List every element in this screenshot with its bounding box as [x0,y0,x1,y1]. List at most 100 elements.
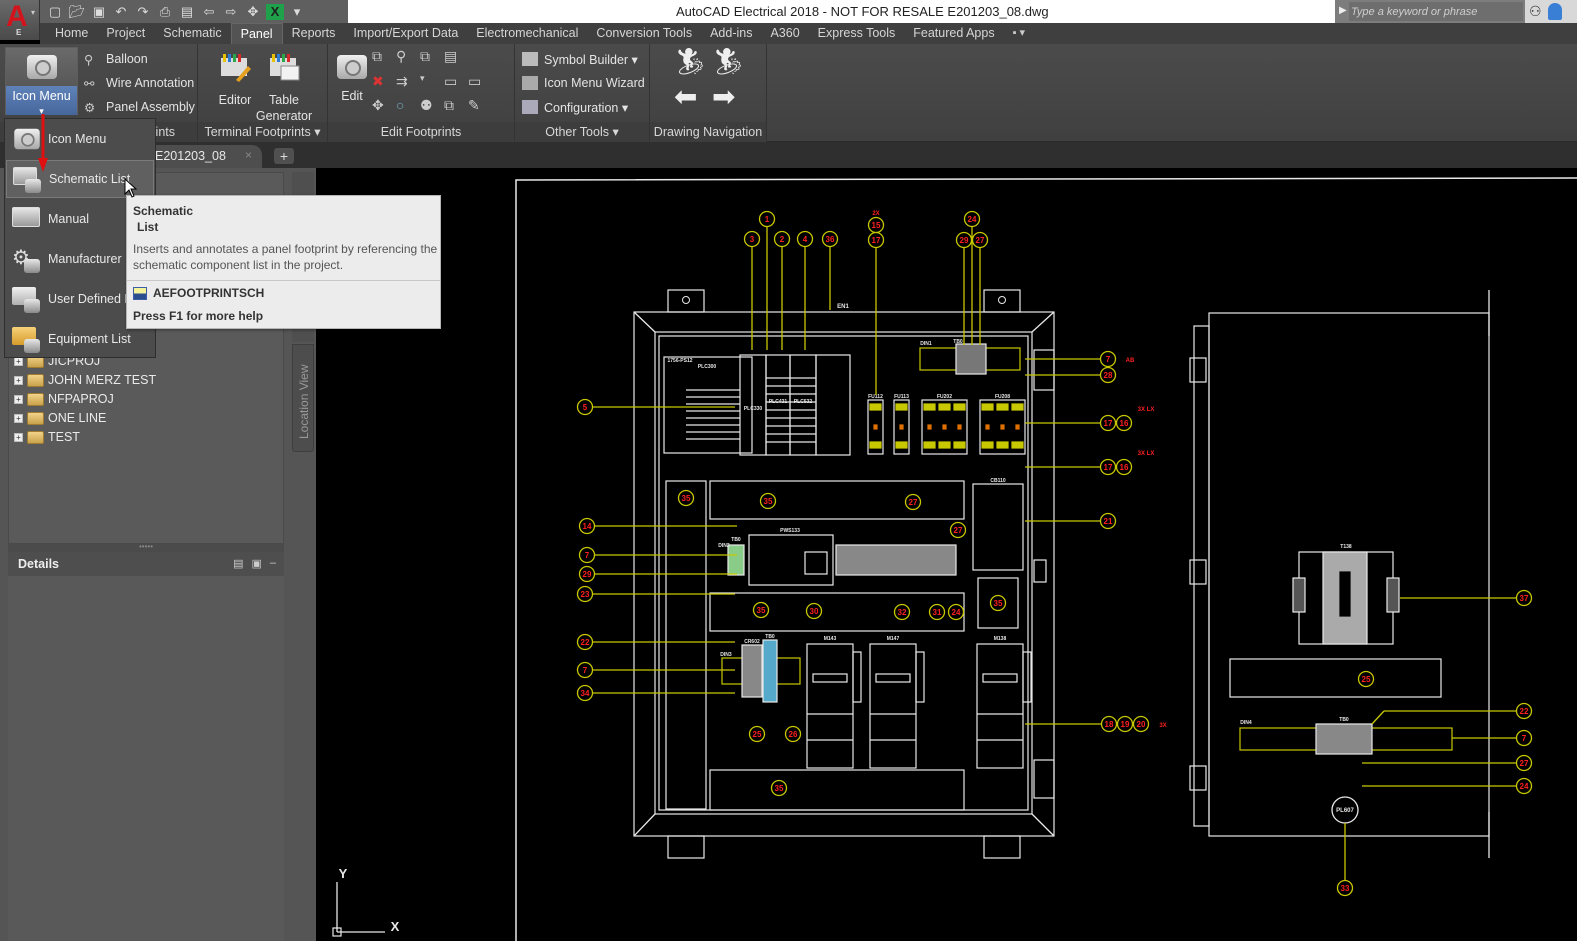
drawing-tab-label: E201203_08 [155,149,226,163]
edit-footprints-title: Edit Footprints [328,122,514,142]
assembly-icon[interactable]: ▭ [444,73,468,94]
details-document-icon[interactable]: ▤ [233,557,243,570]
tab-home[interactable]: Home [46,23,97,44]
details-preview-icon[interactable]: ▣ [251,557,261,570]
balloon-number: 35 [764,497,773,506]
fuse-label: FU202 [937,394,952,400]
save-icon[interactable]: ▣ [90,4,108,20]
new-tab-button[interactable]: + [274,148,294,164]
workspace-camera-tab[interactable]: ▪ ▾ [1004,23,1034,44]
redo-icon[interactable]: ↷ [134,4,152,20]
icon-menu-icon [26,55,57,79]
plot-icon[interactable]: ⎙ [156,4,174,20]
tab-project[interactable]: Project [97,23,154,44]
new-icon[interactable]: ▢ [46,4,64,20]
panel-splitter[interactable]: ••••• [8,543,284,552]
copy-icon[interactable]: ⧉ [444,97,468,118]
drawing-tab[interactable]: E201203_08 × [150,145,262,168]
edit-footprint-button[interactable]: Edit [332,50,372,104]
move-icon[interactable]: ✥ [372,97,396,118]
surf-icon[interactable]: ✥ [244,4,262,20]
tab-add-ins[interactable]: Add-ins [701,23,761,44]
tag-icon[interactable]: ✎ [468,97,492,118]
forward-icon[interactable]: ⇨ [222,4,240,20]
sheet-icon[interactable]: ▤ [178,4,196,20]
undo-icon[interactable]: ↶ [112,4,130,20]
expand-icon[interactable]: + [14,375,23,385]
fuse-element [957,424,962,430]
balloon-number: 5 [583,403,588,412]
dropdown-item-label: Icon Menu [48,132,107,146]
user-account-icon[interactable] [1547,3,1562,20]
rotate-icon[interactable]: ○ [396,97,420,118]
collapse-icon[interactable]: – [270,557,276,570]
back-icon[interactable]: ⇦ [200,4,218,20]
balloon-button[interactable]: ⚲ Balloon [84,48,148,70]
dropdown-caret-icon[interactable]: ▾ [420,73,444,94]
wire-annotation-label: Wire Annotation [106,76,195,90]
drawing-canvas[interactable]: EN1 1756-PS12 PLC300 PLC330 PLC431 PLC532 FU11… [316,168,1577,941]
ribbon-tab-bar: Home Project Schematic Panel Reports Import/E… [40,23,1577,44]
expand-icon[interactable]: + [14,394,23,404]
delete-footprint-icon[interactable]: ✖ [372,73,396,94]
tab-a360[interactable]: A360 [761,23,808,44]
tab-panel[interactable]: Panel [230,23,283,44]
tab-import-export-data[interactable]: Import/Export Data [344,23,467,44]
footprint-list-icon[interactable]: ▤ [444,48,468,69]
binoculars-icon[interactable]: ⚇ [1529,3,1542,20]
symbol-builder-button[interactable]: Symbol Builder ▾ [522,48,638,70]
application-menu-button[interactable]: A ▾ E [0,0,40,40]
project-tree-item[interactable]: + JOHN MERZ TEST [14,371,156,389]
leader-line [633,813,656,837]
configuration-button[interactable]: Configuration ▾ [522,96,628,118]
icon-menu-wizard-label: Icon Menu Wizard [544,76,645,90]
search-expand-icon[interactable]: ▶ [1339,5,1347,16]
tab-schematic[interactable]: Schematic [154,23,230,44]
panel-assembly-button[interactable]: ⚙ Panel Assembly [84,96,195,118]
tab-conversion-tools[interactable]: Conversion Tools [587,23,701,44]
fuse-cap [869,403,882,411]
tooltip-title-line2: List [137,220,159,234]
project-tree-item[interactable]: + NFPAPROJ [14,390,114,408]
motor-starter [869,643,917,769]
project-name: ONE LINE [48,411,107,425]
wire-annotation-edit-icon[interactable]: ⇉ [396,73,420,94]
plc-end-cap [815,354,851,456]
terminal-footprints-title[interactable]: Terminal Footprints ▾ [198,122,327,142]
project-tree-item[interactable]: + ONE LINE [14,409,106,427]
surfer-refresh-icon[interactable]: 🏄︎ [712,46,745,77]
tab-featured-apps[interactable]: Featured Apps [904,23,1003,44]
excel-icon[interactable]: X [266,3,284,20]
tab-reports[interactable]: Reports [283,23,345,44]
surfer-previous-icon[interactable]: 🏄︎ [674,46,707,77]
balloon-number: 37 [1520,594,1529,603]
wire-annotation-button[interactable]: ⚯ Wire Annotation [84,72,194,94]
footprint-swap-icon[interactable]: ⚲ [396,48,420,69]
fuse-element [1000,424,1005,430]
expand-icon[interactable]: + [14,432,23,442]
align-icon[interactable]: ▭ [468,73,492,94]
location-view-tab[interactable]: Location View [292,344,314,452]
tab-electromechanical[interactable]: Electromechanical [467,23,587,44]
other-tools-title[interactable]: Other Tools ▾ [515,122,649,142]
fuse-cap [1011,441,1024,449]
next-drawing-icon[interactable]: ➡ [712,80,735,113]
icon-menu-wizard-button[interactable]: Icon Menu Wizard [522,72,645,94]
tab-express-tools[interactable]: Express Tools [809,23,905,44]
project-tree-item[interactable]: + TEST [14,428,80,446]
close-tab-icon[interactable]: × [245,148,252,162]
help-search-input[interactable] [1349,2,1523,21]
footprint-update-icon[interactable]: ⧉ [420,48,444,69]
expand-icon[interactable]: + [14,413,23,423]
balloon-number: 17 [1104,463,1113,472]
icon-menu-button[interactable]: Icon Menu ▾ [5,47,78,116]
open-icon[interactable]: 📂︎ [68,4,86,20]
table-generator-button[interactable]: Table Generator [254,50,314,124]
scoot-icon[interactable]: ⚉ [420,97,444,118]
customize-icon[interactable]: ▾ [288,4,306,20]
dropdown-item-icon-menu[interactable]: Icon Menu [6,120,154,158]
copy-footprint-icon[interactable]: ⧉ [372,48,396,69]
previous-drawing-icon[interactable]: ⬅ [674,80,697,113]
project-name: TEST [48,430,80,444]
din-label: DIN1 [920,341,932,347]
